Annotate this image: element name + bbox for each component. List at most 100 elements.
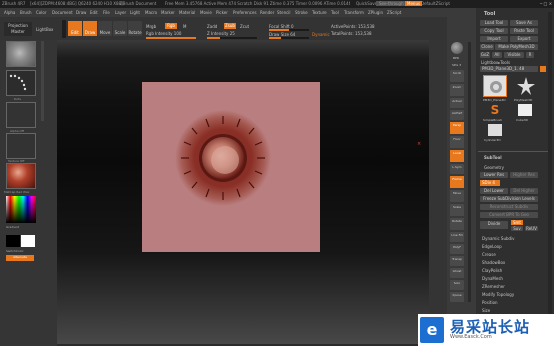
edit-button[interactable]: Edit (68, 21, 82, 36)
floor-button[interactable]: Floor (450, 136, 464, 148)
tool-thumb-plane[interactable] (483, 75, 507, 97)
secondary-color-swatch[interactable] (21, 235, 35, 247)
edgeloop-section[interactable]: EdgeLoop (482, 244, 502, 249)
lightbox-button[interactable]: LightBox (36, 27, 53, 32)
m-button[interactable]: M (183, 24, 186, 29)
claypolish-section[interactable]: ClayPolish (482, 268, 502, 273)
dynamic-button[interactable]: Dynamic (312, 32, 330, 37)
menu-file[interactable]: File (103, 10, 110, 15)
primary-color-swatch[interactable] (6, 235, 20, 247)
crease-section[interactable]: Crease (482, 252, 496, 257)
scale-view-button[interactable]: Scale (450, 204, 464, 216)
menu-edit[interactable]: Edit (90, 10, 98, 15)
menu-stroke[interactable]: Stroke (295, 10, 308, 15)
menu-document[interactable]: Document (52, 10, 73, 15)
projection-master-button[interactable]: Projection Master (4, 22, 32, 36)
menu-zplugin[interactable]: ZPlugin (368, 10, 383, 15)
right-shelf-scrollbar[interactable] (468, 42, 471, 302)
alpha-thumbnail[interactable] (6, 102, 36, 128)
dynamic-subdiv-section[interactable]: Dynamic Subdiv (482, 236, 515, 241)
dynamesh-section[interactable]: DynaMesh (482, 276, 503, 281)
clone-button[interactable]: Clone (480, 44, 494, 50)
tool-panel-scrollbar[interactable] (548, 12, 552, 342)
local-button[interactable]: Local (450, 150, 464, 162)
spix-button[interactable]: SPix 3 (452, 63, 461, 67)
higher-res-button[interactable]: Higher Res (510, 172, 538, 178)
load-tool-button[interactable]: Load Tool (480, 20, 508, 26)
modify-topology-section[interactable]: Modify Topology (482, 292, 514, 297)
menu-macro[interactable]: Macro (145, 10, 157, 15)
polyf-button[interactable]: PolyF (450, 244, 464, 254)
lightbox-tools-button[interactable]: Lightbox▸Tools (481, 60, 510, 65)
rotate-button[interactable]: Rotate (128, 21, 142, 36)
menu-preferences[interactable]: Preferences (233, 10, 257, 15)
actual-button[interactable]: Actual (450, 98, 464, 108)
menu-stencil[interactable]: Stencil (277, 10, 291, 15)
aahalf-button[interactable]: AAHalf (450, 110, 464, 120)
import-button[interactable]: Import (480, 36, 508, 42)
transp-button[interactable]: Transp (450, 256, 464, 266)
make-polymesh-button[interactable]: Make PolyMesh3D (495, 44, 538, 50)
lsym-button[interactable]: L.Sym (450, 164, 464, 174)
menu-zscript[interactable]: ZScript (387, 10, 401, 15)
position-section[interactable]: Position (482, 300, 498, 305)
subtool-section[interactable]: SubTool (484, 155, 502, 160)
size-section[interactable]: Size (482, 308, 490, 313)
document-plane[interactable] (142, 82, 320, 252)
scale-button[interactable]: Scale (113, 21, 127, 36)
goz-button[interactable]: GoZ (480, 52, 490, 58)
reconstruct-subdiv-button[interactable]: Reconstruct Subdiv (480, 204, 538, 210)
zadd-button[interactable]: Zadd (207, 24, 217, 29)
rotate-view-button[interactable]: Rotate (450, 218, 464, 230)
menu-draw[interactable]: Draw (76, 10, 86, 15)
divide-button[interactable]: Divide (480, 221, 508, 229)
focal-shift-slider[interactable] (269, 29, 309, 31)
scroll-button[interactable]: Scroll (450, 70, 464, 82)
menu-render[interactable]: Render (260, 10, 274, 15)
all-button[interactable]: All (492, 52, 502, 58)
quicksave-button[interactable]: QuickSave (356, 1, 377, 6)
linefill-button[interactable]: Line Fill (450, 232, 464, 242)
move-view-button[interactable]: Move (450, 190, 464, 202)
tool-thumb-polymesh[interactable] (515, 75, 537, 97)
del-higher-button[interactable]: Del Higher (510, 188, 538, 194)
suv-button[interactable]: Suv (511, 226, 523, 231)
reuv-button[interactable]: ReUV (525, 226, 538, 231)
material-thumbnail[interactable] (6, 163, 36, 189)
menu-movie[interactable]: Movie (200, 10, 212, 15)
rgb-button[interactable]: Rgb (165, 23, 177, 29)
geometry-section[interactable]: Geometry (484, 165, 504, 170)
menu-material[interactable]: Material (179, 10, 195, 15)
solo-button[interactable]: Solo (450, 280, 464, 290)
draw-size-slider[interactable] (269, 37, 309, 39)
left-shelf-scrollbar[interactable] (41, 41, 44, 121)
texture-thumbnail[interactable] (6, 133, 36, 159)
menu-picker[interactable]: Picker (216, 10, 228, 15)
smt-button[interactable]: Smt (511, 220, 523, 225)
cylinder-tool-icon[interactable] (488, 124, 502, 136)
menu-brush[interactable]: Brush (20, 10, 32, 15)
ghost-button[interactable]: Ghost (450, 268, 464, 278)
mrgb-button[interactable]: Mrgb (146, 24, 156, 29)
zsub-button[interactable]: Zsub (224, 23, 236, 29)
draw-button[interactable]: Draw (83, 21, 97, 36)
xpose-button[interactable]: Xpose (450, 292, 464, 302)
shadowbox-section[interactable]: ShadowBox (482, 260, 505, 265)
persp-button[interactable]: Persp (450, 122, 464, 134)
menu-color[interactable]: Color (36, 10, 46, 15)
save-as-button[interactable]: Save As (510, 20, 538, 26)
menu-light[interactable]: Light (130, 10, 140, 15)
rgb-intensity-slider[interactable] (146, 37, 196, 39)
freeze-subdivision-button[interactable]: Freeze SubDivision Levels (480, 196, 538, 202)
visible-button[interactable]: Visible (504, 52, 524, 58)
menu-layer[interactable]: Layer (115, 10, 126, 15)
copy-tool-button[interactable]: Copy Tool (480, 28, 508, 34)
stroke-thumbnail[interactable] (6, 70, 36, 96)
menu-transform[interactable]: Transform (344, 10, 364, 15)
menu-tool[interactable]: Tool (331, 10, 339, 15)
zcut-button[interactable]: Zcut (240, 24, 249, 29)
alternate-button[interactable]: Alternate (6, 255, 34, 261)
bpr-icon[interactable] (451, 42, 463, 54)
menu-marker[interactable]: Marker (161, 10, 175, 15)
menu-alpha[interactable]: Alpha (4, 10, 15, 15)
